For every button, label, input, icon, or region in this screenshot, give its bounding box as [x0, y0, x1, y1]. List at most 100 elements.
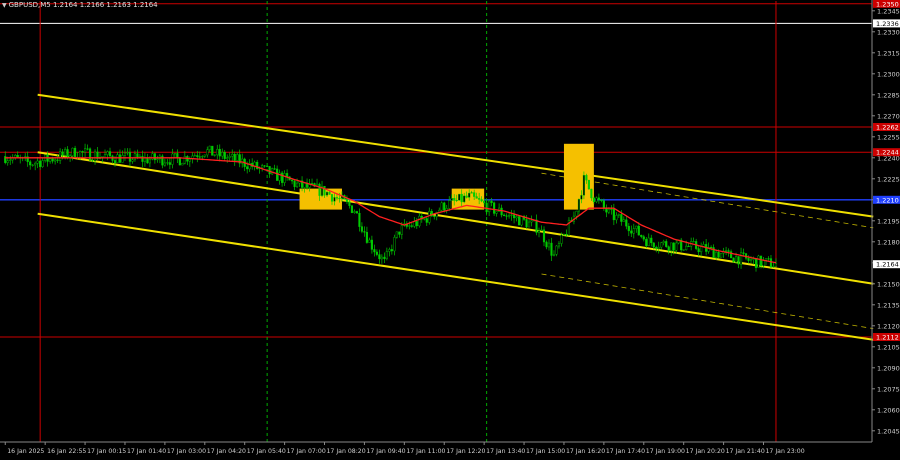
candle-body	[473, 192, 476, 197]
candle-body	[393, 237, 396, 252]
candle-body	[123, 152, 127, 156]
candle-body	[425, 218, 428, 223]
candle-body	[612, 209, 615, 221]
time-tick-label: 17 Jan 03:00	[167, 448, 206, 455]
candle-body	[208, 145, 211, 150]
candle-body	[133, 153, 137, 160]
candle-body	[685, 245, 688, 250]
candle-body	[198, 156, 201, 158]
candle-body	[478, 198, 481, 200]
candle-body	[617, 214, 620, 216]
candle-body	[49, 158, 52, 162]
candle-body	[448, 200, 451, 209]
price-tick-label: 1.2345	[877, 7, 900, 15]
level-price-label: 1.2350	[876, 0, 899, 8]
candle-body	[453, 198, 456, 201]
candle-body	[692, 241, 695, 243]
candle-body	[86, 148, 89, 150]
candle-body	[400, 225, 403, 235]
candle-body	[373, 249, 376, 253]
candle-body	[540, 229, 543, 231]
candle-body	[627, 225, 630, 232]
candle-body	[720, 253, 723, 258]
candle-body	[480, 199, 483, 202]
price-tick-label: 1.2270	[877, 112, 900, 120]
time-tick-label: 17 Jan 17:40	[606, 448, 645, 455]
time-tick-label: 17 Jan 12:20	[446, 448, 485, 455]
candle-body	[156, 158, 159, 161]
candle-body	[742, 252, 745, 254]
candle-body	[101, 155, 104, 158]
candle-body	[333, 197, 336, 202]
time-tick-label: 17 Jan 19:00	[646, 448, 685, 455]
price-tick-label: 1.2225	[877, 175, 900, 183]
candle-body	[363, 231, 366, 233]
candle-body	[296, 182, 299, 187]
candle-body	[355, 211, 359, 214]
candle-body	[131, 159, 134, 162]
candle-body	[383, 256, 386, 259]
candle-body	[535, 219, 538, 233]
candle-body	[148, 159, 151, 164]
candle-body	[221, 152, 224, 157]
candle-body	[547, 242, 551, 248]
candle-body	[530, 220, 533, 223]
candle-body	[81, 151, 84, 153]
candle-body	[732, 257, 735, 263]
level-price-label: 1.2262	[876, 124, 899, 132]
candle-body	[328, 191, 331, 195]
candle-body	[687, 245, 690, 247]
candle-body	[318, 183, 321, 196]
candle-body	[303, 182, 306, 188]
price-chart[interactable]: 1.2045 1.2060 1.2075 1.2090 1.2105 1.2120 1.21…	[0, 0, 900, 460]
candle-body	[218, 148, 221, 157]
candle-body	[537, 230, 541, 233]
candle-body	[610, 209, 613, 211]
candle-body	[188, 158, 191, 162]
candle-body	[213, 154, 216, 156]
candle-body	[181, 163, 184, 166]
candle-body	[670, 242, 673, 252]
time-tick-label: 17 Jan 13:40	[486, 448, 525, 455]
candle-body	[335, 197, 339, 199]
candle-body	[550, 242, 553, 256]
candle-body	[508, 215, 511, 217]
candle-body	[193, 155, 196, 157]
candle-body	[273, 168, 276, 170]
candle-body	[118, 154, 122, 163]
candle-body	[380, 256, 383, 260]
candle-body	[774, 263, 778, 267]
candle-body	[268, 166, 271, 175]
candle-body	[31, 164, 34, 166]
candle-body	[261, 165, 264, 168]
candle-body	[93, 151, 97, 162]
candle-body	[141, 155, 144, 162]
price-tick-label: 1.2120	[877, 322, 900, 330]
price-tick-label: 1.2195	[877, 217, 900, 225]
candle-body	[216, 148, 219, 156]
time-tick-label: 17 Jan 11:00	[406, 448, 445, 455]
candle-body	[263, 165, 266, 167]
level-price-label: 1.2244	[876, 149, 899, 157]
candle-body	[455, 199, 458, 201]
candle-body	[433, 215, 436, 217]
candle-body	[126, 152, 129, 154]
time-tick-label: 17 Jan 21:40	[726, 448, 765, 455]
candle-body	[443, 202, 446, 211]
candle-body	[560, 234, 563, 244]
candle-body	[702, 244, 705, 247]
candle-body	[749, 259, 753, 261]
candle-body	[16, 155, 19, 158]
candle-body	[286, 173, 289, 177]
candle-body	[734, 256, 738, 263]
candle-body	[667, 246, 670, 252]
candle-body	[196, 155, 199, 157]
collapse-triangle-icon[interactable]: ▼	[2, 2, 7, 9]
time-tick-label: 16 Jan 2025	[7, 448, 44, 455]
candle-body	[510, 214, 513, 216]
candle-body	[348, 201, 351, 206]
time-tick-label: 17 Jan 01:40	[127, 448, 166, 455]
candle-body	[171, 153, 174, 165]
candle-body	[246, 166, 249, 170]
candle-body	[675, 242, 678, 251]
